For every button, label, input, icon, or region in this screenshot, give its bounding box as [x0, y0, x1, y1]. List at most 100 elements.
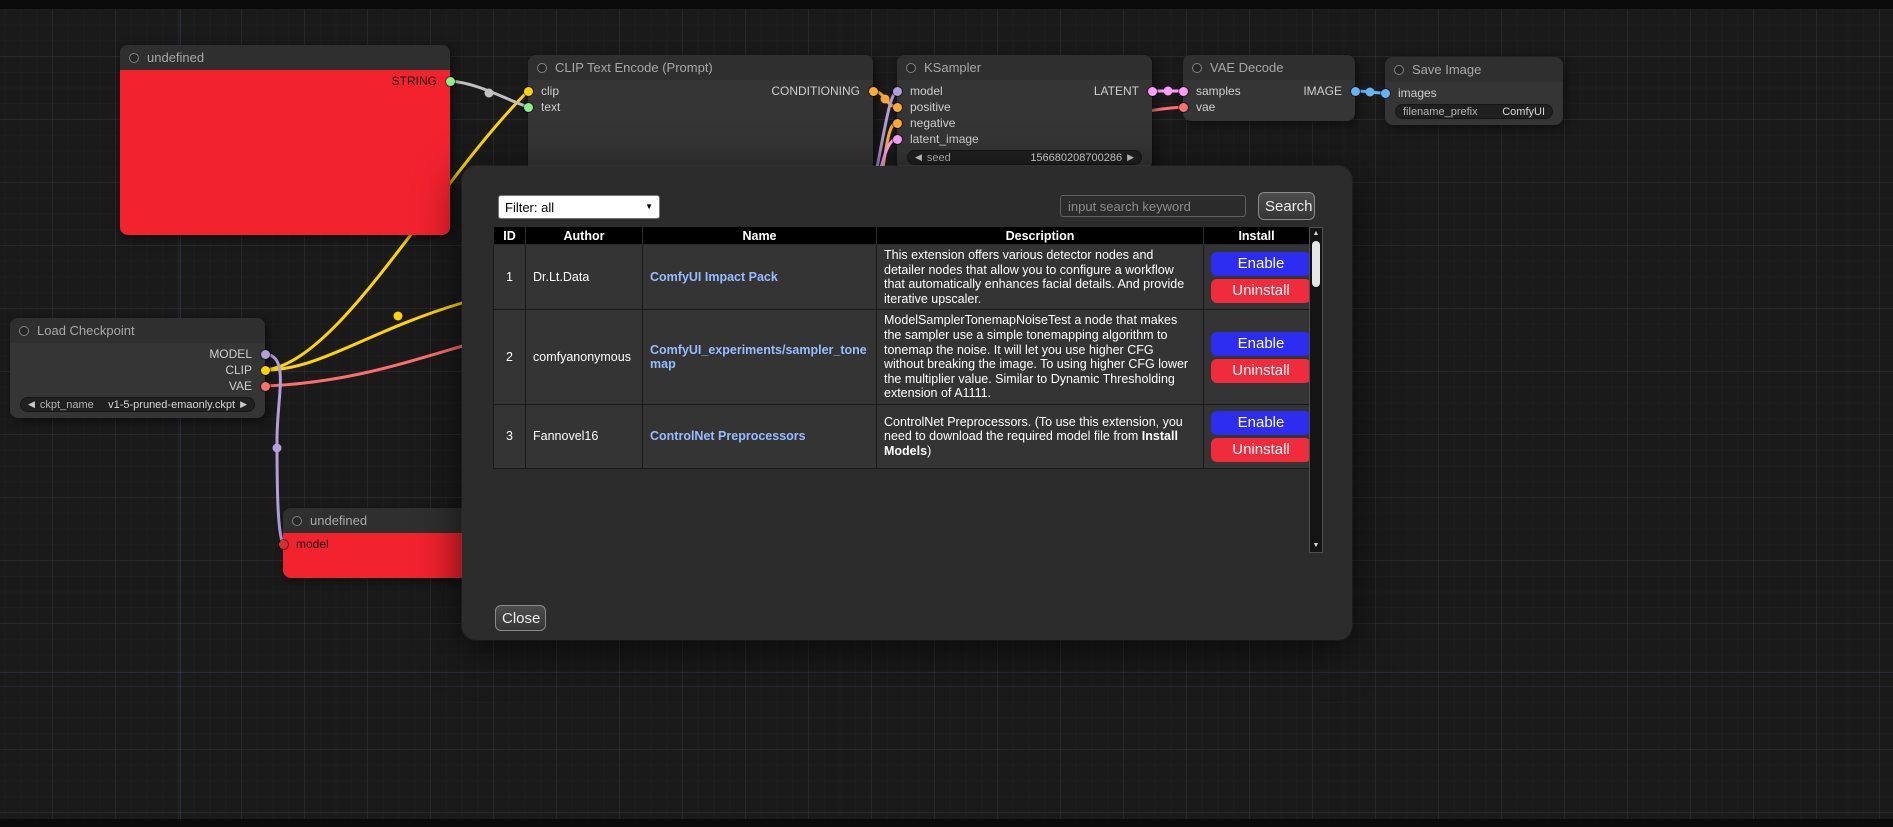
slot-dot-latent[interactable]	[893, 135, 902, 144]
slot-dot-model[interactable]	[893, 87, 902, 96]
collapse-dot-icon[interactable]	[906, 63, 916, 73]
collapse-dot-icon[interactable]	[129, 53, 139, 63]
uninstall-button[interactable]: Uninstall	[1211, 359, 1311, 383]
enable-button[interactable]: Enable	[1211, 411, 1311, 435]
input-slot-text[interactable]: text	[528, 99, 560, 115]
slot-label: LATENT	[1094, 84, 1139, 98]
input-slot-latent-image[interactable]: latent_image	[897, 131, 979, 147]
node-save-image[interactable]: Save Image images filename_prefix ComfyU…	[1385, 57, 1563, 125]
extension-link[interactable]: ControlNet Preprocessors	[650, 429, 806, 443]
node-title: undefined	[147, 50, 204, 65]
collapse-dot-icon[interactable]	[292, 516, 302, 526]
input-slot-samples[interactable]: samples	[1183, 83, 1241, 99]
node-header[interactable]: KSampler	[897, 55, 1152, 80]
extension-row: 3 Fannovel16 ControlNet Preprocessors Co…	[494, 404, 1310, 468]
slot-dot-vae[interactable]	[1179, 103, 1188, 112]
node-header[interactable]: Save Image	[1385, 57, 1563, 82]
collapse-dot-icon[interactable]	[19, 326, 29, 336]
slot-dot-latent[interactable]	[1148, 87, 1157, 96]
input-slot-positive[interactable]: positive	[897, 99, 951, 115]
output-slot-model[interactable]: MODEL	[209, 346, 265, 362]
uninstall-button[interactable]: Uninstall	[1211, 438, 1311, 462]
decrement-arrow-icon[interactable]: ◀	[28, 400, 35, 409]
search-button[interactable]: Search	[1258, 192, 1315, 220]
extension-row: 1 Dr.Lt.Data ComfyUI Impact Pack This ex…	[494, 245, 1310, 310]
node-body: MODEL CLIP VAE ◀ ckpt_name v1-5-prun	[10, 343, 265, 412]
output-slot-image[interactable]: IMAGE	[1303, 83, 1355, 99]
slot-dot-text[interactable]	[524, 103, 533, 112]
output-slot-vae[interactable]: VAE	[229, 378, 265, 394]
decrement-arrow-icon[interactable]: ◀	[915, 153, 922, 162]
slot-dot-string[interactable]	[446, 77, 455, 86]
node-ksampler[interactable]: KSampler model LATENT positive	[897, 55, 1152, 170]
table-scrollbar[interactable]: ▲ ▼	[1309, 227, 1323, 553]
slot-label: VAE	[229, 379, 252, 393]
widget-value: ComfyUI	[1502, 106, 1545, 118]
increment-arrow-icon[interactable]: ▶	[1127, 153, 1134, 162]
link-dot-string[interactable]	[485, 89, 494, 98]
node-header[interactable]: undefined	[120, 45, 450, 70]
output-slot-string[interactable]: STRING	[392, 73, 450, 89]
node-header[interactable]: CLIP Text Encode (Prompt)	[528, 55, 873, 80]
slot-dot-image[interactable]	[1351, 87, 1360, 96]
scrollbar-thumb[interactable]	[1312, 241, 1320, 287]
node-load-checkpoint[interactable]: Load Checkpoint MODEL CLIP VAE	[10, 318, 265, 418]
input-slot-vae[interactable]: vae	[1183, 99, 1215, 115]
slot-label: vae	[1196, 100, 1215, 114]
slot-dot-conditioning[interactable]	[893, 119, 902, 128]
node-body: images filename_prefix ComfyUI	[1385, 82, 1563, 119]
node-vae-decode[interactable]: VAE Decode samples IMAGE vae	[1183, 55, 1355, 121]
node-body: STRING	[120, 70, 450, 235]
search-input[interactable]	[1060, 195, 1246, 217]
node-title: Load Checkpoint	[37, 323, 135, 338]
node-header[interactable]: Load Checkpoint	[10, 318, 265, 343]
graph-canvas[interactable]: undefined STRING CLIP Text Encode (Promp…	[0, 0, 1893, 827]
slot-dot-vae[interactable]	[261, 382, 270, 391]
input-slot-clip[interactable]: clip	[528, 83, 559, 99]
description-text: ModelSamplerTonemapNoiseTest a node that…	[884, 313, 1188, 400]
slot-dot-conditioning[interactable]	[893, 103, 902, 112]
node-title: CLIP Text Encode (Prompt)	[555, 60, 713, 75]
link-dot-clip[interactable]	[394, 312, 403, 321]
input-slot-model[interactable]: model	[283, 536, 329, 552]
input-slot-negative[interactable]: negative	[897, 115, 955, 131]
extension-link[interactable]: ComfyUI_experiments/sampler_tonemap	[650, 343, 867, 371]
close-button[interactable]: Close	[495, 605, 546, 631]
collapse-dot-icon[interactable]	[1192, 63, 1202, 73]
link-dot-latent[interactable]	[1164, 87, 1173, 96]
enable-button[interactable]: Enable	[1211, 252, 1311, 276]
widget-seed[interactable]: ◀ seed 156680208700286 ▶	[907, 150, 1142, 165]
collapse-dot-icon[interactable]	[1394, 65, 1404, 75]
uninstall-button[interactable]: Uninstall	[1211, 279, 1311, 303]
output-slot-conditioning[interactable]: CONDITIONING	[771, 83, 873, 99]
scroll-up-icon[interactable]: ▲	[1310, 229, 1322, 239]
output-slot-clip[interactable]: CLIP	[225, 362, 265, 378]
increment-arrow-icon[interactable]: ▶	[240, 400, 247, 409]
extension-link[interactable]: ComfyUI Impact Pack	[650, 270, 778, 284]
widget-ckpt-name[interactable]: ◀ ckpt_name v1-5-pruned-emaonly.ckpt ▶	[20, 397, 255, 412]
slot-dot-latent[interactable]	[1179, 87, 1188, 96]
link-dot-model[interactable]	[273, 444, 282, 453]
link-dot-conditioning[interactable]	[881, 95, 890, 104]
node-header[interactable]: VAE Decode	[1183, 55, 1355, 80]
link-dot-image[interactable]	[1366, 88, 1375, 97]
slot-dot-conditioning[interactable]	[869, 87, 878, 96]
slot-dot-model[interactable]	[261, 350, 270, 359]
slot-label: IMAGE	[1303, 84, 1342, 98]
filter-select[interactable]: Filter: all	[498, 195, 660, 219]
slot-dot-image[interactable]	[1381, 89, 1390, 98]
slot-dot-clip[interactable]	[261, 366, 270, 375]
slot-label: clip	[541, 84, 559, 98]
slot-dot-clip[interactable]	[524, 87, 533, 96]
enable-button[interactable]: Enable	[1211, 332, 1311, 356]
scroll-down-icon[interactable]: ▼	[1310, 541, 1322, 551]
column-header-description: Description	[877, 227, 1204, 245]
collapse-dot-icon[interactable]	[537, 63, 547, 73]
slot-dot-error[interactable]	[279, 540, 288, 549]
input-slot-model[interactable]: model	[897, 83, 943, 99]
input-slot-images[interactable]: images	[1385, 85, 1437, 101]
output-slot-latent[interactable]: LATENT	[1094, 83, 1152, 99]
widget-filename-prefix[interactable]: filename_prefix ComfyUI	[1395, 104, 1553, 119]
node-undefined-top[interactable]: undefined STRING	[120, 45, 450, 235]
slot-label: negative	[910, 116, 955, 130]
